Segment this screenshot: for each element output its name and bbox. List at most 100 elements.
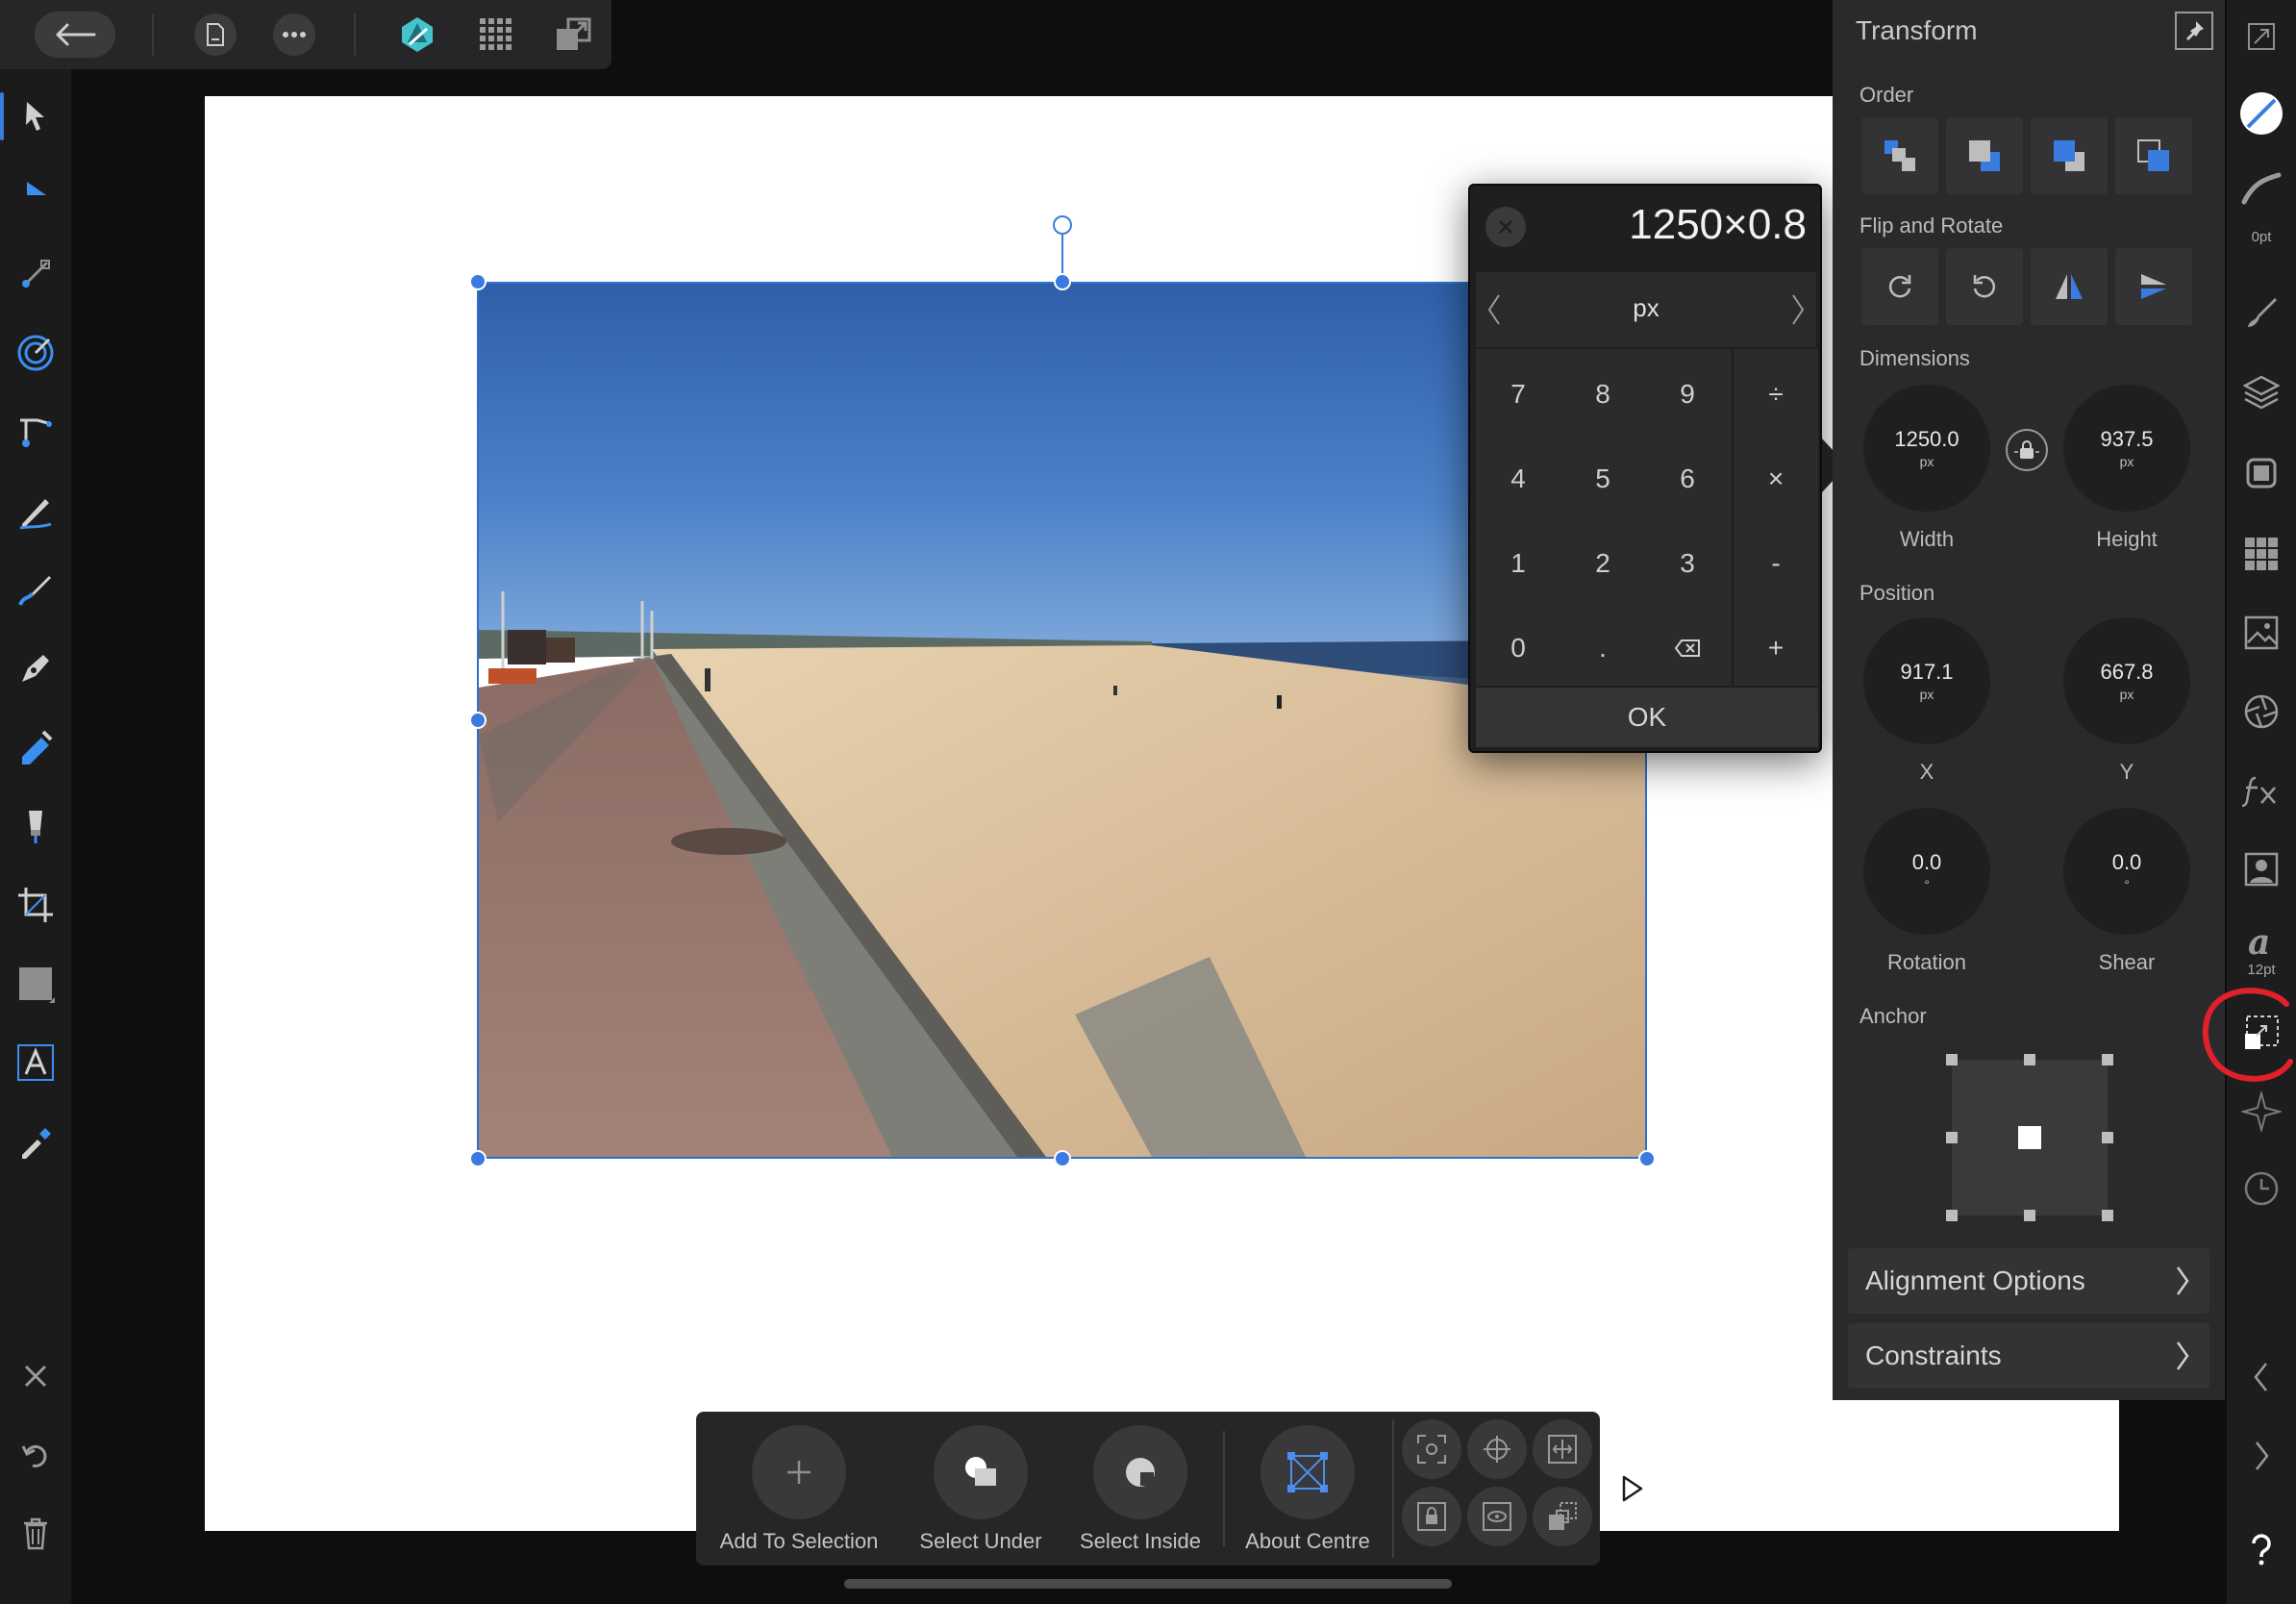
rotation-dial[interactable]: 0.0 ° (1863, 808, 1990, 935)
add-to-selection-button[interactable] (752, 1425, 846, 1519)
more-button[interactable] (267, 8, 321, 62)
clear-button[interactable] (1485, 207, 1526, 247)
history-studio-button[interactable] (2238, 1165, 2284, 1212)
constraints-expander[interactable]: Constraints (1848, 1323, 2209, 1389)
color-picker-tool[interactable] (8, 1114, 63, 1169)
flip-horizontal-button[interactable] (2031, 248, 2108, 325)
y-dial[interactable]: 667.8 px (2063, 617, 2190, 744)
anchor-top[interactable] (2024, 1054, 2035, 1065)
undo-button[interactable] (8, 1427, 63, 1483)
add-key[interactable]: + (1734, 607, 1818, 689)
rotate-left-button[interactable] (1946, 248, 2023, 325)
select-inside-button[interactable] (1093, 1425, 1187, 1519)
ok-button[interactable]: OK (1476, 688, 1818, 747)
rotate-right-button[interactable] (1861, 248, 1938, 325)
assets-studio-button[interactable] (2238, 610, 2284, 656)
height-dial[interactable]: 937.5 px (2063, 385, 2190, 512)
centre-target-button[interactable] (1467, 1419, 1527, 1479)
backspace-key[interactable] (1645, 607, 1730, 689)
resize-handle-bottom[interactable] (1054, 1150, 1071, 1167)
key-3[interactable]: 3 (1645, 522, 1730, 605)
alignment-options-expander[interactable]: Alignment Options (1848, 1248, 2209, 1314)
document-button[interactable] (188, 8, 242, 62)
snap-to-fit-button[interactable] (1402, 1419, 1461, 1479)
context-toolbar-expand-button[interactable] (1621, 1475, 1644, 1502)
navigator-studio-button[interactable] (2238, 1089, 2284, 1135)
rotation-handle[interactable] (1053, 215, 1072, 235)
pixel-persona-button[interactable] (469, 8, 523, 62)
move-tool[interactable] (8, 88, 63, 144)
width-dial[interactable]: 1250.0 px (1863, 385, 1990, 512)
x-dial[interactable]: 917.1 px (1863, 617, 1990, 744)
pen-tool[interactable] (8, 640, 63, 696)
visibility-frame-button[interactable] (1467, 1487, 1527, 1546)
arrange-button[interactable] (1533, 1487, 1592, 1546)
anchor-top-left[interactable] (1946, 1054, 1958, 1065)
move-to-front-button[interactable] (2115, 117, 2192, 194)
move-to-back-button[interactable] (1861, 117, 1938, 194)
anchor-top-right[interactable] (2102, 1054, 2113, 1065)
anchor-bottom-left[interactable] (1946, 1210, 1958, 1221)
anchor-bottom[interactable] (2024, 1210, 2035, 1221)
resize-handle-left[interactable] (469, 712, 487, 729)
layers-studio-button[interactable] (2238, 369, 2284, 415)
anchor-center[interactable] (2018, 1126, 2041, 1149)
stroke-studio-button[interactable] (2238, 165, 2284, 212)
divide-key[interactable]: ÷ (1734, 353, 1818, 436)
key-8[interactable]: 8 (1560, 353, 1645, 436)
export-persona-button[interactable] (546, 8, 600, 62)
collapse-panel-left-button[interactable] (2238, 1354, 2284, 1400)
select-under-button[interactable] (934, 1425, 1028, 1519)
artistic-text-tool[interactable] (8, 1035, 63, 1090)
pencil-tool[interactable] (8, 483, 63, 539)
pin-panel-button[interactable] (2175, 12, 2213, 50)
about-centre-button[interactable] (1260, 1425, 1355, 1519)
effects-studio-button[interactable] (2238, 450, 2284, 496)
shear-dial[interactable]: 0.0 ° (2063, 808, 2190, 935)
key-decimal[interactable]: . (1560, 607, 1645, 689)
home-indicator[interactable] (844, 1579, 1452, 1589)
anchor-left[interactable] (1946, 1132, 1958, 1143)
vector-brush-tool[interactable] (8, 562, 63, 617)
key-1[interactable]: 1 (1476, 522, 1560, 605)
resize-handle-top[interactable] (1054, 273, 1071, 290)
transparency-tool[interactable] (8, 798, 63, 854)
point-transform-tool[interactable] (8, 246, 63, 302)
multiply-key[interactable]: × (1734, 438, 1818, 520)
collapse-panel-right-button[interactable] (2238, 1433, 2284, 1479)
unit-next-button[interactable] (1789, 293, 1807, 326)
fx-studio-button[interactable] (2238, 767, 2284, 814)
close-button[interactable] (8, 1348, 63, 1404)
contour-tool[interactable] (8, 325, 63, 381)
key-2[interactable]: 2 (1560, 522, 1645, 605)
node-tool[interactable] (8, 167, 63, 223)
align-centre-button[interactable] (1533, 1419, 1592, 1479)
resize-handle-bottom-right[interactable] (1638, 1150, 1656, 1167)
lock-aspect-button[interactable] (2006, 429, 2048, 471)
move-forward-one-button[interactable] (2031, 117, 2108, 194)
key-5[interactable]: 5 (1560, 438, 1645, 520)
colour-studio-button[interactable] (2238, 90, 2284, 137)
resize-handle-top-left[interactable] (469, 273, 487, 290)
appearance-studio-button[interactable] (2238, 689, 2284, 735)
corner-tool[interactable] (8, 404, 63, 460)
rectangle-tool[interactable] (8, 956, 63, 1012)
move-back-one-button[interactable] (1946, 117, 2023, 194)
text-styles-studio-button[interactable]: a (2238, 919, 2284, 965)
key-7[interactable]: 7 (1476, 353, 1560, 436)
flip-vertical-button[interactable] (2115, 248, 2192, 325)
transform-lock-button[interactable] (1402, 1487, 1461, 1546)
resize-handle-bottom-left[interactable] (469, 1150, 487, 1167)
subtract-key[interactable]: - (1734, 522, 1818, 605)
transparency-studio-button[interactable] (2238, 846, 2284, 892)
anchor-bottom-right[interactable] (2102, 1210, 2113, 1221)
swatches-studio-button[interactable] (2238, 531, 2284, 577)
fill-tool[interactable] (8, 719, 63, 775)
key-0[interactable]: 0 (1476, 607, 1560, 689)
brushes-studio-button[interactable] (2238, 288, 2284, 335)
anchor-right[interactable] (2102, 1132, 2113, 1143)
key-9[interactable]: 9 (1645, 353, 1730, 436)
back-button[interactable] (35, 12, 115, 58)
photo-persona-button[interactable] (390, 8, 444, 62)
key-6[interactable]: 6 (1645, 438, 1730, 520)
